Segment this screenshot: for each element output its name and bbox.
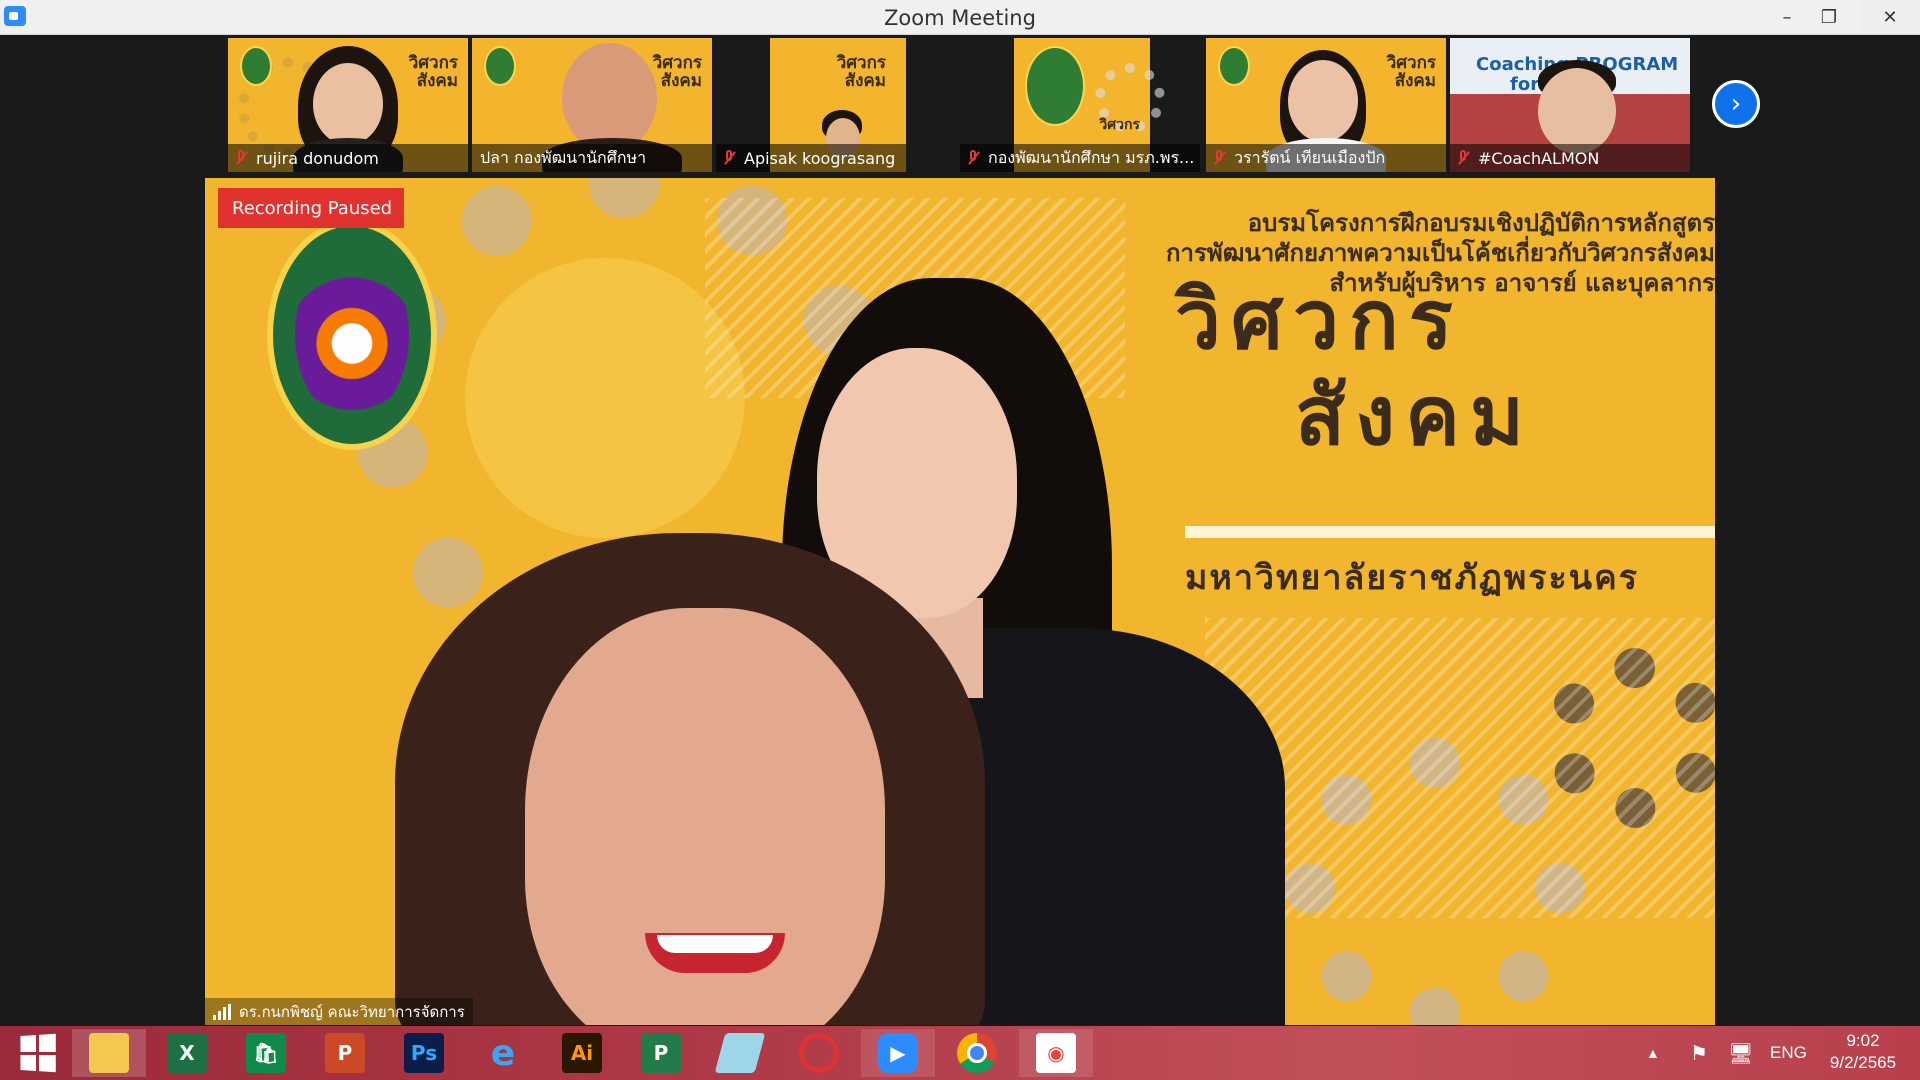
university-logo-icon xyxy=(1218,46,1250,86)
thumb-slide-subtitle: สังคม xyxy=(416,71,458,91)
store-icon: 🛍 xyxy=(246,1033,286,1073)
close-button[interactable]: ✕ xyxy=(1860,0,1920,34)
thumb-slide-title: วิศวกร xyxy=(652,53,702,73)
participant-tile[interactable]: วิศวกร สังคม rujira donudom xyxy=(228,38,468,172)
thumb-slide-subtitle: สังคม xyxy=(660,71,702,91)
notepad-icon xyxy=(714,1033,766,1073)
action-center-flag-icon[interactable]: ⚑ xyxy=(1690,1026,1708,1080)
slide-university-name: มหาวิทยาลัยราชภัฏพระนคร xyxy=(1185,558,1640,598)
university-seal-logo xyxy=(267,220,437,450)
participant-namebar: rujira donudom xyxy=(228,144,468,172)
network-icon[interactable]: 🖥 xyxy=(1728,1026,1753,1080)
taskbar-internet-explorer[interactable]: e xyxy=(466,1029,540,1077)
project-icon: P xyxy=(641,1033,681,1073)
participant-tile[interactable]: วิศวกร สังคม Apisak koograsang xyxy=(716,38,906,172)
taskbar-photos[interactable]: ◉ xyxy=(1019,1029,1093,1077)
clock-time: 9:02 xyxy=(1846,1031,1880,1050)
participant-tile[interactable]: Coaching PROGRAM for ...er #CoachALMON xyxy=(1450,38,1690,172)
slide-main-title: วิศวกร สังคม xyxy=(1175,273,1534,465)
mic-muted-icon xyxy=(1210,149,1228,167)
participant-namebar: #CoachALMON xyxy=(1450,144,1690,172)
active-speaker-label: ดร.กนกพิชญ์ คณะวิทยาการจัดการ xyxy=(205,998,473,1026)
participant-name: #CoachALMON xyxy=(1478,148,1600,168)
thumb-slide-subtitle: สังคม xyxy=(1394,71,1436,91)
slide-title-1: วิศวกร xyxy=(1175,273,1463,368)
participant-namebar: ปลา กองพัฒนานักศึกษา xyxy=(472,144,712,172)
start-button[interactable] xyxy=(0,1029,74,1077)
thumb-slide-title: วิศวกร xyxy=(1386,53,1436,73)
taskbar-clock[interactable]: 9:02 9/2/2565 xyxy=(1808,1030,1918,1074)
photoscape-icon xyxy=(799,1033,839,1073)
participant-name: วรารัตน์ เทียนเมืองปัก xyxy=(1234,147,1386,167)
mic-muted-icon xyxy=(1454,149,1472,167)
clock-date: 9/2/2565 xyxy=(1829,1053,1897,1072)
mic-muted-icon xyxy=(720,149,738,167)
participant-tile[interactable]: วิศวกร กองพัฒนานักศึกษา มรภ.พร... xyxy=(960,38,1200,172)
windows-logo-icon xyxy=(20,1033,56,1073)
thumb-slide-title: วิศวกร xyxy=(1099,117,1140,133)
slide-title-2: สังคม xyxy=(1295,369,1534,464)
window-title: Zoom Meeting xyxy=(884,6,1036,30)
language-indicator[interactable]: ENG xyxy=(1770,1026,1807,1080)
university-logo-icon xyxy=(484,46,516,86)
photoshop-icon: Ps xyxy=(404,1033,444,1073)
participant-name: rujira donudom xyxy=(256,148,379,168)
participant-name: ปลา กองพัฒนานักศึกษา xyxy=(480,147,647,167)
signal-strength-icon xyxy=(213,1004,231,1020)
taskbar-notes[interactable] xyxy=(703,1029,777,1077)
taskbar-illustrator[interactable]: Ai xyxy=(545,1029,619,1077)
maximize-button[interactable]: ❐ xyxy=(1806,0,1852,34)
chevron-right-icon: › xyxy=(1730,89,1742,119)
minimize-button[interactable]: – xyxy=(1764,0,1810,34)
folder-icon xyxy=(89,1033,129,1073)
taskbar-powerpoint[interactable]: P xyxy=(308,1029,382,1077)
taskbar-photoscape[interactable] xyxy=(782,1029,856,1077)
active-speaker-video: อบรมโครงการฝึกอบรมเชิงปฏิบัติการหลักสูตร… xyxy=(205,178,1715,1025)
zoom-icon: ▶ xyxy=(878,1033,918,1073)
university-logo-icon xyxy=(1025,46,1085,126)
participant-name: Apisak koograsang xyxy=(744,148,896,168)
taskbar-publisher[interactable]: 🛍 xyxy=(229,1029,303,1077)
chrome-icon xyxy=(957,1033,997,1073)
participant-namebar: วรารัตน์ เทียนเมืองปัก xyxy=(1206,144,1446,172)
taskbar-file-explorer[interactable] xyxy=(72,1029,146,1077)
participant-namebar: Apisak koograsang xyxy=(716,144,906,172)
thumb-slide-title: วิศวกร xyxy=(836,53,886,73)
tray-overflow-icon[interactable]: ▲ xyxy=(1646,1026,1660,1080)
window-titlebar: Zoom Meeting – ❐ ✕ xyxy=(0,0,1920,35)
active-speaker-name: ดร.กนกพิชญ์ คณะวิทยาการจัดการ xyxy=(239,1003,465,1021)
internet-explorer-icon: e xyxy=(490,1032,516,1074)
taskbar-excel[interactable]: X xyxy=(150,1029,224,1077)
taskbar-photoshop[interactable]: Ps xyxy=(387,1029,461,1077)
participant-tile[interactable]: วิศวกร สังคม วรารัตน์ เทียนเมืองปัก xyxy=(1206,38,1446,172)
participant-tile[interactable]: วิศวกร สังคม ปลา กองพัฒนานักศึกษา xyxy=(472,38,712,172)
university-logo-icon xyxy=(240,46,272,86)
mic-muted-icon xyxy=(232,149,250,167)
next-page-button[interactable]: › xyxy=(1712,80,1760,128)
excel-icon: X xyxy=(167,1033,207,1073)
windows-taskbar: X 🛍 P Ps e Ai P ▶ ◉ ▲ ⚑ 🖥 ENG 9:02 9/2/2… xyxy=(0,1026,1920,1080)
illustrator-icon: Ai xyxy=(562,1033,602,1073)
participant-name: กองพัฒนานักศึกษา มรภ.พร... xyxy=(988,147,1195,167)
taskbar-chrome[interactable] xyxy=(940,1029,1014,1077)
slide-line-1: อบรมโครงการฝึกอบรมเชิงปฏิบัติการหลักสูตร xyxy=(1247,209,1715,237)
thumb-slide-subtitle: สังคม xyxy=(844,71,886,91)
thumb-slide-title: วิศวกร xyxy=(408,53,458,73)
powerpoint-icon: P xyxy=(325,1033,365,1073)
slide-line-2: การพัฒนาศักยภาพความเป็นโค้ชเกี่ยวกับวิศว… xyxy=(1165,239,1715,267)
recording-status-badge[interactable]: Recording Paused xyxy=(218,188,404,228)
mic-muted-icon xyxy=(964,149,982,167)
taskbar-project[interactable]: P xyxy=(624,1029,698,1077)
taskbar-zoom[interactable]: ▶ xyxy=(861,1029,935,1077)
participant-namebar: กองพัฒนานักศึกษา มรภ.พร... xyxy=(960,144,1200,172)
slide-divider xyxy=(1185,526,1715,538)
photo-app-icon: ◉ xyxy=(1036,1033,1076,1073)
